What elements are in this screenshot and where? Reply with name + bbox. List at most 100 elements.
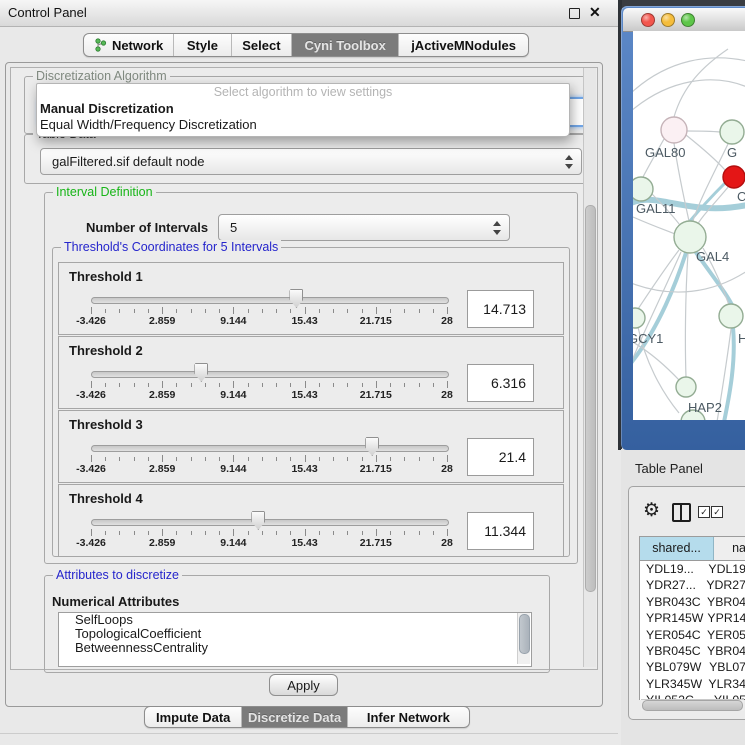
checkbox-icon[interactable]: ✓ bbox=[698, 506, 710, 518]
threshold-value-field[interactable]: 6.316 bbox=[467, 364, 534, 402]
table-row[interactable]: YBR043CYBR04 bbox=[640, 594, 745, 610]
network-node[interactable] bbox=[719, 304, 743, 328]
table-cell-shared-name[interactable]: YLR345W bbox=[640, 676, 704, 692]
mac-zoom-icon[interactable] bbox=[681, 13, 695, 27]
threshold-label: Threshold 2 bbox=[69, 343, 143, 358]
network-edge[interactable] bbox=[685, 253, 688, 377]
threshold-slider-thumb[interactable] bbox=[289, 289, 303, 308]
panel-scrollbar-thumb[interactable] bbox=[585, 205, 596, 592]
table-cell-shared-name[interactable]: YBL079W bbox=[640, 659, 705, 675]
slider-tick-label: -3.426 bbox=[76, 537, 106, 549]
algorithm-popup-item-equal-width[interactable]: Equal Width/Frequency Discretization bbox=[37, 117, 569, 133]
table-horizontal-scrollbar-thumb[interactable] bbox=[642, 700, 743, 711]
network-edge[interactable] bbox=[633, 217, 675, 234]
tab-impute-data[interactable]: Impute Data bbox=[145, 707, 242, 727]
table-row[interactable]: YER054CYER05 bbox=[640, 627, 745, 643]
network-edge[interactable] bbox=[633, 341, 680, 381]
slider-tick bbox=[447, 455, 448, 462]
algorithm-popup-item-manual[interactable]: Manual Discretization bbox=[37, 101, 569, 117]
table-row[interactable]: YBL079WYBL07 bbox=[640, 659, 745, 675]
table-row[interactable]: YLR345WYLR34 bbox=[640, 676, 745, 692]
column-header-name[interactable]: na bbox=[714, 537, 745, 560]
slider-tick bbox=[148, 457, 149, 461]
slider-tick bbox=[176, 309, 177, 313]
network-node[interactable] bbox=[720, 120, 744, 144]
apply-button[interactable]: Apply bbox=[269, 674, 338, 696]
threshold-value-field[interactable]: 14.713 bbox=[467, 290, 534, 328]
threshold-slider-track[interactable] bbox=[91, 519, 449, 526]
network-node[interactable] bbox=[723, 166, 745, 188]
attributes-list-scrollbar-thumb[interactable] bbox=[519, 614, 530, 654]
table-cell-name[interactable]: YDR27 bbox=[702, 577, 745, 593]
attribute-list-item[interactable]: BetweennessCentrality bbox=[59, 641, 531, 655]
slider-tick-label: -3.426 bbox=[76, 315, 106, 327]
tab-cyni-toolbox-label: Cyni Toolbox bbox=[304, 38, 385, 53]
network-node[interactable] bbox=[633, 177, 653, 201]
table-cell-shared-name[interactable]: YPR145W bbox=[640, 610, 703, 626]
network-window-titlebar[interactable] bbox=[623, 8, 745, 32]
slider-tick bbox=[162, 307, 163, 314]
slider-tick bbox=[219, 457, 220, 461]
table-data-combobox[interactable]: galFiltered.sif default node bbox=[40, 148, 582, 175]
table-row[interactable]: YDL19...YDL19 bbox=[640, 561, 745, 577]
threshold-value-field[interactable]: 21.4 bbox=[467, 438, 534, 476]
tab-jactivemnodules[interactable]: jActiveMNodules bbox=[399, 34, 528, 56]
table-cell-name[interactable]: YBL07 bbox=[705, 659, 745, 675]
network-node[interactable] bbox=[676, 377, 696, 397]
algorithm-popup-placeholder[interactable]: Select algorithm to view settings bbox=[37, 84, 569, 101]
table-cell-shared-name[interactable]: YER054C bbox=[640, 627, 703, 643]
table-panel-title: Table Panel bbox=[635, 461, 703, 476]
algorithm-popup: Select algorithm to view settings Manual… bbox=[36, 83, 570, 137]
threshold-slider-thumb[interactable] bbox=[365, 437, 379, 456]
attribute-list-item[interactable]: SelfLoops bbox=[59, 613, 531, 627]
column-header-shared-name[interactable]: shared... bbox=[640, 537, 714, 560]
slider-tick bbox=[148, 309, 149, 313]
table-row[interactable]: YPR145WYPR14 bbox=[640, 610, 745, 626]
number-of-intervals-combobox[interactable]: 5 bbox=[218, 214, 510, 241]
close-icon[interactable]: ✕ bbox=[589, 4, 601, 21]
gear-icon[interactable]: ⚙ bbox=[643, 499, 660, 522]
tab-infer-network[interactable]: Infer Network bbox=[348, 707, 469, 727]
slider-tick bbox=[176, 457, 177, 461]
threshold-label: Threshold 3 bbox=[69, 417, 143, 432]
table-cell-shared-name[interactable]: YBR045C bbox=[640, 643, 703, 659]
table-cell-name[interactable]: YPR14 bbox=[703, 610, 745, 626]
mac-minimize-icon[interactable] bbox=[661, 13, 675, 27]
numerical-attributes-list[interactable]: SelfLoopsTopologicalCoefficientBetweenne… bbox=[58, 612, 532, 667]
tab-select[interactable]: Select bbox=[232, 34, 292, 56]
slider-tick bbox=[91, 381, 92, 388]
network-node[interactable] bbox=[661, 117, 687, 143]
threshold-slider-thumb[interactable] bbox=[251, 511, 265, 530]
tab-discretize-data[interactable]: Discretize Data bbox=[242, 707, 347, 727]
table-cell-name[interactable]: YBR04 bbox=[703, 594, 745, 610]
network-node[interactable] bbox=[633, 308, 645, 328]
tab-style[interactable]: Style bbox=[174, 34, 231, 56]
table-row[interactable]: YBR045CYBR04 bbox=[640, 643, 745, 659]
mac-close-icon[interactable] bbox=[641, 13, 655, 27]
threshold-slider-track[interactable] bbox=[91, 297, 449, 304]
tab-cyni-toolbox[interactable]: Cyni Toolbox bbox=[292, 34, 399, 56]
table-cell-shared-name[interactable]: YDL19... bbox=[640, 561, 704, 577]
threshold-slider-track[interactable] bbox=[91, 371, 449, 378]
network-edge[interactable] bbox=[633, 271, 745, 292]
network-edge[interactable] bbox=[687, 131, 720, 132]
network-edge[interactable] bbox=[686, 135, 725, 170]
threshold-slider-thumb[interactable] bbox=[194, 363, 208, 382]
checkbox-icon[interactable]: ✓ bbox=[711, 506, 723, 518]
table-row[interactable]: YDR27...YDR27 bbox=[640, 577, 745, 593]
network-canvas[interactable]: GAL80GCGAL11GAL4GCY1HHAP2 bbox=[633, 31, 745, 420]
threshold-value-field[interactable]: 11.344 bbox=[467, 512, 534, 550]
tab-network[interactable]: Network bbox=[84, 34, 174, 56]
table-cell-name[interactable]: YDL19 bbox=[704, 561, 745, 577]
attribute-list-item[interactable]: TopologicalCoefficient bbox=[59, 627, 531, 641]
threshold-slider-track[interactable] bbox=[91, 445, 449, 452]
table-cell-name[interactable]: YBR04 bbox=[703, 643, 745, 659]
table-cell-name[interactable]: YLR34 bbox=[704, 676, 745, 692]
table-cell-shared-name[interactable]: YBR043C bbox=[640, 594, 703, 610]
slider-tick-label: 28 bbox=[441, 315, 453, 327]
float-window-icon[interactable] bbox=[569, 8, 580, 19]
table-cell-shared-name[interactable]: YDR27... bbox=[640, 577, 702, 593]
table-cell-name[interactable]: YER05 bbox=[703, 627, 745, 643]
network-edge[interactable] bbox=[633, 58, 745, 93]
split-columns-icon[interactable] bbox=[672, 503, 691, 522]
